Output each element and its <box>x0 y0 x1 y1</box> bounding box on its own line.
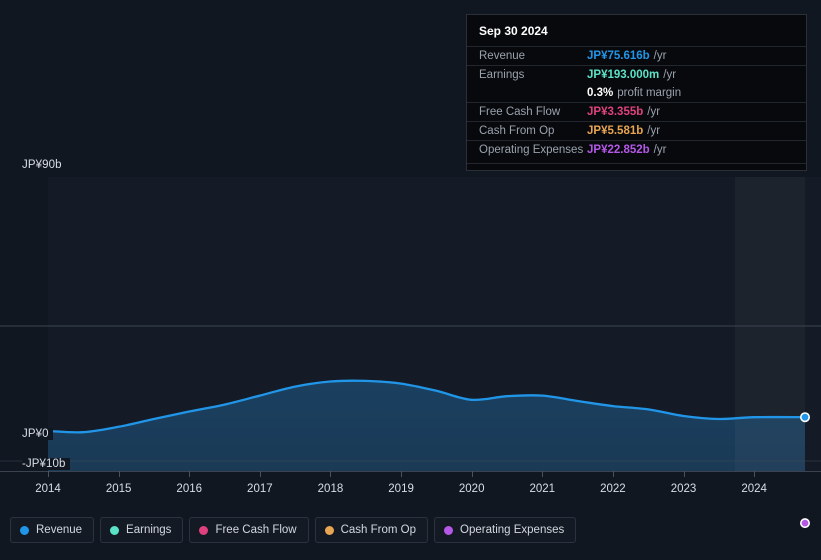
legend-item-free-cash-flow[interactable]: Free Cash Flow <box>189 517 308 543</box>
x-axis-tick-mark <box>613 471 614 477</box>
tooltip-row-suffix: /yr <box>647 106 660 118</box>
legend-item-label: Revenue <box>36 524 82 536</box>
x-axis-tick-label-2015: 2015 <box>106 483 132 495</box>
legend-item-label: Operating Expenses <box>460 524 564 536</box>
legend-item-label: Free Cash Flow <box>215 524 296 536</box>
legend-item-operating-expenses[interactable]: Operating Expenses <box>434 517 576 543</box>
x-axis-tick-label-2020: 2020 <box>459 483 485 495</box>
x-axis-tick-label-2018: 2018 <box>318 483 344 495</box>
y-axis-label-negative: -JP¥10b <box>22 458 70 470</box>
legend-color-dot-icon <box>20 526 29 535</box>
x-axis-tick-label-2017: 2017 <box>247 483 273 495</box>
financial-chart-widget: JP¥90b JP¥0 -JP¥10b 2014 2015 2016 2017 2018… <box>0 0 821 560</box>
legend-item-revenue[interactable]: Revenue <box>10 517 94 543</box>
series-endpoint-operating-expenses <box>801 519 809 527</box>
tooltip-row-suffix: /yr <box>654 50 667 62</box>
x-axis: 2014 2015 2016 2017 2018 2019 2020 2021 2022 2023… <box>0 471 821 501</box>
tooltip-row-suffix: /yr <box>654 144 667 156</box>
tooltip-row: Cash From OpJP¥5.581b/yr <box>467 121 806 140</box>
tooltip-row: 0.3%profit margin <box>467 84 806 102</box>
tooltip-row: RevenueJP¥75.616b/yr <box>467 46 806 65</box>
chart-svg-canvas <box>0 163 821 479</box>
tooltip-row-label: Free Cash Flow <box>479 106 587 118</box>
tooltip-row-value: JP¥3.355b/yr <box>587 106 660 118</box>
x-axis-tick-mark <box>48 471 49 477</box>
tooltip-date: Sep 30 2024 <box>467 23 806 46</box>
tooltip-row-label: Operating Expenses <box>479 144 587 156</box>
tooltip-row: Free Cash FlowJP¥3.355b/yr <box>467 102 806 121</box>
tooltip-row-suffix: /yr <box>663 69 676 81</box>
x-axis-tick-mark <box>754 471 755 477</box>
tooltip-row-value: JP¥75.616b/yr <box>587 50 666 62</box>
x-axis-tick-mark <box>119 471 120 477</box>
x-axis-tick-label-2023: 2023 <box>671 483 697 495</box>
tooltip-row-value: JP¥5.581b/yr <box>587 125 660 137</box>
tooltip-bottom-divider <box>467 163 806 164</box>
chart-legend: Revenue Earnings Free Cash Flow Cash From O… <box>10 517 576 543</box>
tooltip-row: EarningsJP¥193.000m/yr <box>467 65 806 84</box>
legend-color-dot-icon <box>110 526 119 535</box>
tooltip-row-value: JP¥22.852b/yr <box>587 144 666 156</box>
y-axis-label-zero: JP¥0 <box>22 428 53 440</box>
x-axis-tick-label-2014: 2014 <box>35 483 61 495</box>
x-axis-tick-mark <box>472 471 473 477</box>
tooltip-row-value: 0.3%profit margin <box>587 87 681 99</box>
legend-item-label: Earnings <box>126 524 171 536</box>
tooltip-row-label: Revenue <box>479 50 587 62</box>
x-axis-tick-mark <box>401 471 402 477</box>
tooltip-row-value: JP¥193.000m/yr <box>587 69 676 81</box>
legend-item-label: Cash From Op <box>341 524 416 536</box>
tooltip-row-label: Cash From Op <box>479 125 587 137</box>
legend-item-earnings[interactable]: Earnings <box>100 517 183 543</box>
tooltip-row-suffix: /yr <box>647 125 660 137</box>
y-axis-label-top: JP¥90b <box>22 159 66 171</box>
series-endpoint-revenue <box>801 413 809 421</box>
x-axis-tick-mark <box>542 471 543 477</box>
tooltip-row-label: Earnings <box>479 69 587 81</box>
tooltip-row-suffix: profit margin <box>617 87 681 99</box>
x-axis-tick-mark <box>260 471 261 477</box>
x-axis-tick-label-2021: 2021 <box>530 483 556 495</box>
legend-item-cash-from-op[interactable]: Cash From Op <box>315 517 428 543</box>
x-axis-tick-mark <box>189 471 190 477</box>
legend-color-dot-icon <box>444 526 453 535</box>
tooltip-row: Operating ExpensesJP¥22.852b/yr <box>467 140 806 159</box>
x-axis-tick-mark <box>684 471 685 477</box>
x-axis-tick-label-2019: 2019 <box>388 483 414 495</box>
x-axis-tick-mark <box>330 471 331 477</box>
tooltip-rows: RevenueJP¥75.616b/yrEarningsJP¥193.000m/… <box>467 46 806 159</box>
x-axis-tick-label-2016: 2016 <box>176 483 202 495</box>
x-axis-tick-label-2022: 2022 <box>600 483 626 495</box>
data-tooltip-card: Sep 30 2024 RevenueJP¥75.616b/yrEarnings… <box>466 14 807 171</box>
legend-color-dot-icon <box>199 526 208 535</box>
x-axis-tick-label-2024: 2024 <box>741 483 767 495</box>
legend-color-dot-icon <box>325 526 334 535</box>
chart-plot-area <box>0 177 821 447</box>
